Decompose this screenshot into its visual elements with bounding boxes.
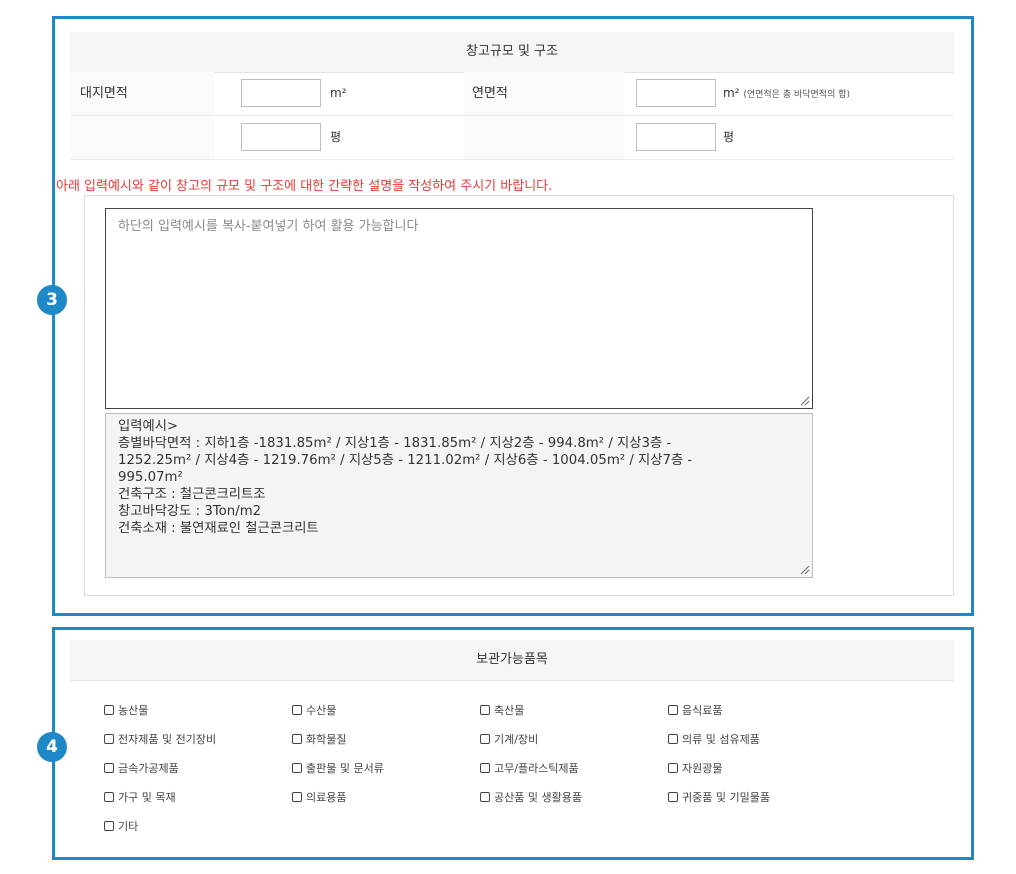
checkbox-icon[interactable]	[292, 705, 302, 715]
checkbox-icon[interactable]	[292, 763, 302, 773]
item-checkbox[interactable]: 축산물	[480, 704, 524, 718]
section-title-warehouse-size: 창고규모 및 구조	[70, 32, 954, 73]
resize-grip-icon[interactable]	[800, 396, 810, 406]
checkbox-icon[interactable]	[668, 705, 678, 715]
item-checkbox[interactable]: 화학물질	[292, 733, 346, 747]
item-checkbox-label: 전자제품 및 전기장비	[118, 733, 217, 746]
checkbox-icon[interactable]	[480, 705, 490, 715]
total-floor-area-label: 연면적	[472, 86, 508, 101]
checkbox-icon[interactable]	[292, 792, 302, 802]
example-textarea[interactable]: 입력예시> 층별바닥면적 : 지하1층 -1831.85m² / 지상1층 - …	[105, 413, 813, 578]
checkbox-icon[interactable]	[480, 763, 490, 773]
total-floor-area-sqm-input[interactable]	[636, 79, 716, 107]
item-checkbox-label: 음식료품	[682, 704, 723, 717]
checkbox-icon[interactable]	[668, 734, 678, 744]
land-area-pyeong-unit: 평	[330, 130, 342, 144]
checkbox-icon[interactable]	[480, 734, 490, 744]
total-floor-area-unit-wrap: m² (연면적은 총 바닥면적의 합)	[723, 72, 850, 115]
item-checkbox[interactable]: 출판물 및 문서류	[292, 762, 384, 776]
item-checkbox-label: 귀중품 및 기밀물품	[682, 791, 770, 804]
item-checkbox-label: 출판물 및 문서류	[306, 762, 384, 775]
section-title-storable-items: 보관가능품목	[70, 640, 954, 681]
item-checkbox-label: 의류 및 섬유제품	[682, 733, 760, 746]
item-checkbox[interactable]: 기타	[104, 820, 138, 834]
example-text: 입력예시> 층별바닥면적 : 지하1층 -1831.85m² / 지상1층 - …	[118, 419, 693, 536]
item-checkbox[interactable]: 수산물	[292, 704, 336, 718]
step-badge-3: 3	[37, 285, 67, 315]
item-checkbox[interactable]: 금속가공제품	[104, 762, 179, 776]
item-checkbox-label: 고무/플라스틱제품	[494, 762, 579, 775]
item-checkbox-label: 수산물	[306, 704, 337, 717]
checkbox-icon[interactable]	[104, 705, 114, 715]
item-checkbox[interactable]: 공산품 및 생활용품	[480, 791, 582, 805]
item-checkbox-label: 금속가공제품	[118, 762, 179, 775]
item-checkbox-label: 자원광물	[682, 762, 723, 775]
item-checkbox-label: 화학물질	[306, 733, 347, 746]
item-checkbox[interactable]: 의료용품	[292, 791, 346, 805]
total-floor-area-note: (연면적은 총 바닥면적의 합)	[743, 90, 851, 100]
checkbox-icon[interactable]	[104, 763, 114, 773]
item-checkbox[interactable]: 의류 및 섬유제품	[668, 733, 760, 747]
total-floor-area-pyeong-unit: 평	[723, 130, 735, 144]
land-area-pyeong-input[interactable]	[241, 123, 321, 151]
checkbox-icon[interactable]	[668, 763, 678, 773]
land-area-label: 대지면적	[80, 86, 128, 101]
total-floor-area-unit: m²	[723, 86, 740, 100]
instruction-notice: 아래 입력예시와 같이 창고의 규모 및 구조에 대한 간략한 설명을 작성하여…	[56, 179, 553, 194]
form-row-area: 대지면적 m² 연면적 m² (연면적은 총 바닥면적의 합)	[70, 72, 954, 116]
resize-grip-icon[interactable]	[800, 565, 810, 575]
item-checkbox-label: 축산물	[494, 704, 525, 717]
checkbox-icon[interactable]	[104, 821, 114, 831]
textarea-placeholder: 하단의 입력예시를 복사-붙여넣기 하여 활용 가능합니다	[118, 219, 419, 234]
checkbox-icon[interactable]	[292, 734, 302, 744]
item-checkbox-label: 의료용품	[306, 791, 347, 804]
item-checkbox[interactable]: 고무/플라스틱제품	[480, 762, 579, 776]
item-checkbox[interactable]: 귀중품 및 기밀물품	[668, 791, 770, 805]
item-checkbox[interactable]: 가구 및 목재	[104, 791, 176, 805]
item-checkbox[interactable]: 농산물	[104, 704, 148, 718]
form-row-pyeong: 평 평	[70, 116, 954, 160]
item-checkbox[interactable]: 음식료품	[668, 704, 722, 718]
item-checkbox[interactable]: 전자제품 및 전기장비	[104, 733, 216, 747]
total-floor-area-pyeong-input[interactable]	[636, 123, 716, 151]
land-area-unit: m²	[330, 86, 347, 100]
item-checkbox[interactable]: 자원광물	[668, 762, 722, 776]
land-area-sqm-input[interactable]	[241, 79, 321, 107]
item-checkbox-label: 기계/장비	[494, 733, 539, 746]
item-checkbox-label: 기타	[118, 820, 139, 833]
checkbox-icon[interactable]	[104, 734, 114, 744]
structure-description-textarea[interactable]: 하단의 입력예시를 복사-붙여넣기 하여 활용 가능합니다	[105, 208, 813, 409]
checkbox-icon[interactable]	[668, 792, 678, 802]
checkbox-icon[interactable]	[480, 792, 490, 802]
item-checkbox-label: 농산물	[118, 704, 149, 717]
item-checkbox-label: 공산품 및 생활용품	[494, 791, 582, 804]
checkbox-icon[interactable]	[104, 792, 114, 802]
item-checkbox[interactable]: 기계/장비	[480, 733, 538, 747]
step-badge-4: 4	[37, 732, 67, 762]
item-checkbox-label: 가구 및 목재	[118, 791, 176, 804]
